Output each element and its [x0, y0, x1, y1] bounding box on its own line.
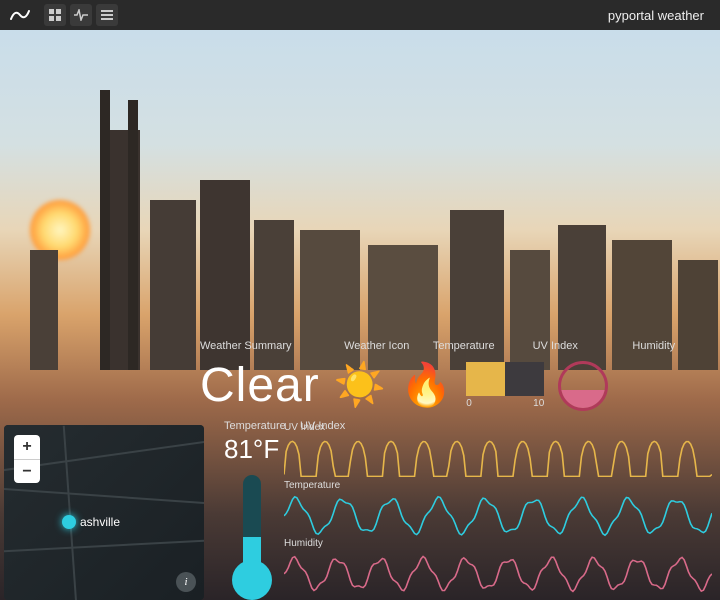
sun-icon: ☀️ [334, 361, 386, 410]
uv-min: 0 [466, 398, 472, 409]
label-weather-icon: Weather Icon [344, 340, 433, 352]
list-view-icon[interactable] [96, 4, 118, 26]
weather-summary-text: Clear [200, 358, 320, 413]
map-zoom-control: + − [14, 435, 40, 483]
map-marker-icon [62, 515, 76, 529]
zoom-in-button[interactable]: + [14, 435, 40, 459]
widget-row: Clear ☀️ 🔥 0 10 [200, 358, 710, 413]
temperature-value: 81°F [224, 434, 279, 465]
uv-chart: UV Index [284, 422, 712, 480]
label-temperature: Temperature [433, 340, 533, 352]
dashboard: Weather Summary Weather Icon Temperature… [0, 30, 720, 600]
uv-max: 10 [533, 398, 544, 409]
fire-icon: 🔥 [400, 361, 452, 410]
temp-chart: Temperature [284, 480, 712, 538]
logo-icon [8, 3, 32, 27]
map-city-label: ashville [80, 515, 120, 529]
info-icon[interactable]: i [176, 572, 196, 592]
uv-chart-label: UV Index [284, 422, 325, 433]
temperature-label: Temperature [224, 420, 286, 432]
charts-column: UV Index Temperature Humidity [284, 422, 712, 596]
zoom-out-button[interactable]: − [14, 459, 40, 483]
label-weather-summary: Weather Summary [200, 340, 344, 352]
temp-chart-label: Temperature [284, 480, 340, 491]
widget-labels-row: Weather Summary Weather Icon Temperature… [200, 340, 710, 352]
humidity-gauge [558, 361, 608, 411]
hum-chart: Humidity [284, 538, 712, 596]
page-title: pyportal weather [608, 8, 704, 23]
pulse-icon[interactable] [70, 4, 92, 26]
label-uv-index: UV Index [533, 340, 633, 352]
skyline [0, 110, 720, 370]
label-humidity: Humidity [632, 340, 710, 352]
top-bar: pyportal weather [0, 0, 720, 30]
grid-view-icon[interactable] [44, 4, 66, 26]
thermometer-icon [236, 470, 268, 600]
uv-index-widget: 0 10 [466, 362, 544, 409]
hum-chart-label: Humidity [284, 538, 323, 549]
map-widget[interactable]: + − ashville i [4, 425, 204, 600]
